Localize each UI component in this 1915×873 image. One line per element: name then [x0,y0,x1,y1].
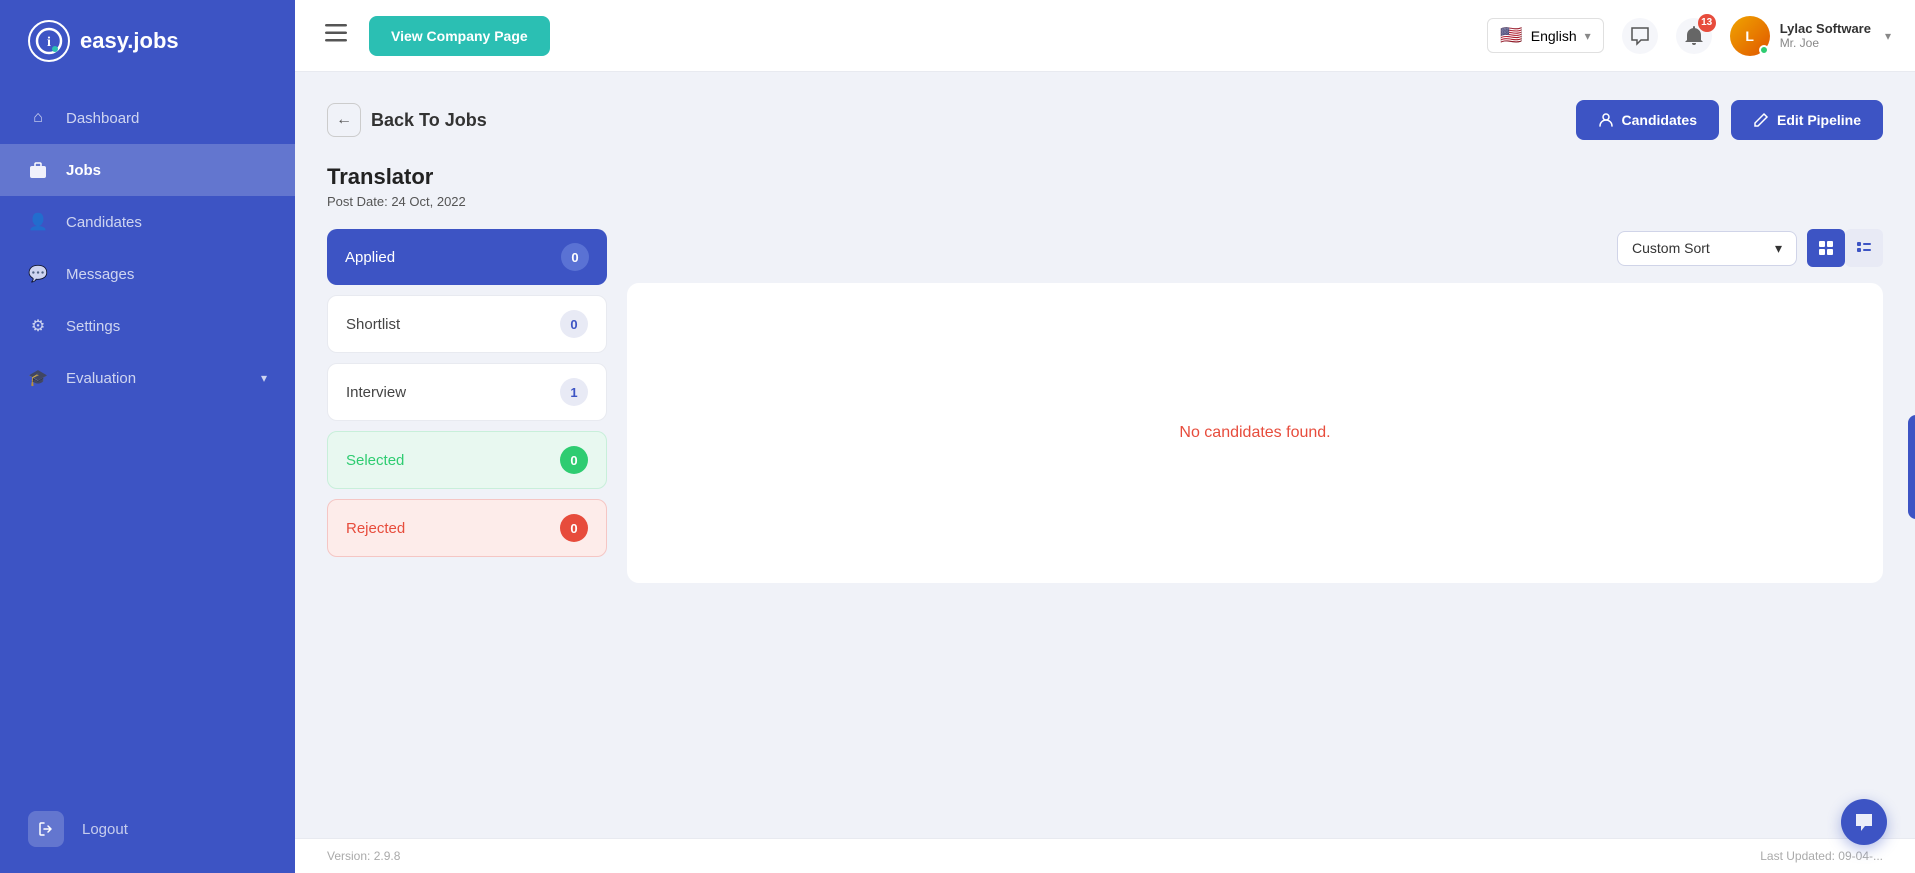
candidates-btn-label: Candidates [1622,112,1697,128]
sidebar-item-label: Jobs [66,162,101,179]
avatar: L [1730,16,1770,56]
stage-badge: 0 [560,446,588,474]
user-name: Mr. Joe [1780,36,1871,50]
version-text: Version: 2.9.8 [327,849,400,863]
stage-label: Applied [345,249,395,266]
job-meta: Post Date: 24 Oct, 2022 [327,194,1883,209]
candidates-button[interactable]: Candidates [1576,100,1719,140]
sidebar-item-candidates[interactable]: 👤 Candidates [0,196,295,248]
sidebar-nav: ⌂ Dashboard Jobs 👤 Candidates 💬 Messages… [0,82,295,795]
language-label: English [1531,28,1577,44]
evaluation-icon: 🎓 [28,368,48,388]
view-toggle [1807,229,1883,267]
svg-text:i: i [47,35,51,50]
stage-label: Rejected [346,520,405,537]
home-icon: ⌂ [28,108,48,128]
sidebar-item-settings[interactable]: ⚙ Settings [0,300,295,352]
stage-badge: 0 [561,243,589,271]
jobs-icon [28,160,48,180]
post-date-value: 24 Oct, 2022 [391,194,465,209]
sidebar-item-label: Dashboard [66,110,139,127]
settings-icon: ⚙ [28,316,48,336]
sidebar-item-messages[interactable]: 💬 Messages [0,248,295,300]
main-content: View Company Page 🇺🇸 English ▾ 13 [295,0,1915,873]
notification-icon[interactable]: 13 [1676,18,1712,54]
chat-bubble-icon [1853,811,1875,833]
sidebar-item-jobs[interactable]: Jobs [0,144,295,196]
page-content: ← Back To Jobs Candidates Edit Pipeline [295,72,1915,838]
user-profile[interactable]: L Lylac Software Mr. Joe ▾ [1730,16,1891,56]
sidebar-item-dashboard[interactable]: ⌂ Dashboard [0,92,295,144]
sidebar-item-evaluation[interactable]: 🎓 Evaluation ▾ [0,352,295,404]
chevron-down-icon: ▾ [1885,29,1891,43]
right-section: Custom Sort ▾ [627,229,1883,583]
company-name: Lylac Software [1780,21,1871,36]
chat-icon[interactable] [1622,18,1658,54]
sidebar-item-label: Messages [66,266,134,283]
language-selector[interactable]: 🇺🇸 English ▾ [1487,18,1603,53]
chevron-down-icon: ▾ [1775,240,1782,257]
messages-icon: 💬 [28,264,48,284]
topbar-right: 🇺🇸 English ▾ 13 L [1487,16,1891,56]
feedback-tab[interactable]: Feedback [1908,415,1915,519]
sidebar-item-label: Evaluation [66,370,136,387]
logo-icon: i [28,20,70,62]
job-title: Translator [327,164,1883,190]
back-bar: ← Back To Jobs Candidates Edit Pipeline [327,100,1883,140]
list-icon [1856,240,1872,256]
sidebar-item-label: Candidates [66,214,142,231]
back-arrow-icon: ← [327,103,361,137]
sidebar-item-label: Settings [66,318,120,335]
back-link[interactable]: ← Back To Jobs [327,103,487,137]
stage-label: Interview [346,384,406,401]
post-date-label: Post Date: [327,194,388,209]
stage-item-rejected[interactable]: Rejected 0 [327,499,607,557]
chevron-down-icon: ▾ [261,371,267,385]
topbar: View Company Page 🇺🇸 English ▾ 13 [295,0,1915,72]
hamburger-icon[interactable] [319,18,353,54]
notification-badge: 13 [1698,14,1716,32]
sort-label: Custom Sort [1632,240,1710,256]
top-actions: Candidates Edit Pipeline [1576,100,1883,140]
stage-badge: 0 [560,310,588,338]
logout-item[interactable]: Logout [0,795,295,863]
stage-label: Shortlist [346,316,400,333]
online-indicator [1759,45,1769,55]
edit-pipeline-button[interactable]: Edit Pipeline [1731,100,1883,140]
flag-icon: 🇺🇸 [1500,25,1522,46]
sidebar: i easy.jobs ⌂ Dashboard Jobs 👤 Candidate… [0,0,295,873]
candidates-icon: 👤 [28,212,48,232]
last-updated-text: Last Updated: 09-04-... [1760,849,1883,863]
job-info: Translator Post Date: 24 Oct, 2022 [327,164,1883,209]
grid-icon [1818,240,1834,256]
stage-item-interview[interactable]: Interview 1 [327,363,607,421]
candidate-area: No candidates found. [627,283,1883,583]
chat-bubble-button[interactable] [1841,799,1887,845]
grid-view-button[interactable] [1807,229,1845,267]
stage-label: Selected [346,452,404,469]
list-view-button[interactable] [1845,229,1883,267]
person-icon [1598,112,1614,128]
edit-pipeline-btn-label: Edit Pipeline [1777,112,1861,128]
stage-badge: 0 [560,514,588,542]
stage-list: Applied 0 Shortlist 0 Interview 1 Select… [327,229,607,557]
stage-item-applied[interactable]: Applied 0 [327,229,607,285]
footer: Version: 2.9.8 Last Updated: 09-04-... [295,838,1915,873]
chevron-down-icon: ▾ [1585,29,1591,43]
user-name-block: Lylac Software Mr. Joe [1780,21,1871,50]
logout-label: Logout [82,821,128,838]
pencil-icon [1753,112,1769,128]
sidebar-logo: i easy.jobs [0,0,295,82]
stage-badge: 1 [560,378,588,406]
pipeline-wrapper: Applied 0 Shortlist 0 Interview 1 Select… [327,229,1883,583]
logout-icon [28,811,64,847]
view-company-button[interactable]: View Company Page [369,16,550,56]
no-candidates-text: No candidates found. [1179,424,1330,442]
back-label: Back To Jobs [371,110,487,131]
pipeline-controls: Custom Sort ▾ [627,229,1883,267]
stage-item-shortlist[interactable]: Shortlist 0 [327,295,607,353]
sort-dropdown[interactable]: Custom Sort ▾ [1617,231,1797,266]
logo-text: easy.jobs [80,28,179,54]
stage-item-selected[interactable]: Selected 0 [327,431,607,489]
